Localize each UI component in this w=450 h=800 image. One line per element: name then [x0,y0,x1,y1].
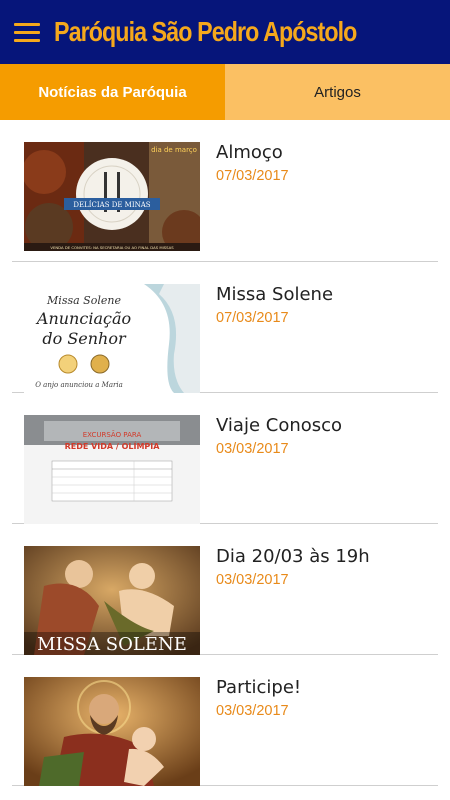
news-title: Viaje Conosco [216,415,343,436]
thumb-bottom-text: VENDA DE CONVITES: NA SECRETARIA OU AO F… [50,245,174,250]
thumb-caption: MISSA SOLENE [37,634,187,655]
thumb-line1: Missa Solene [46,294,121,307]
tab-artigos[interactable]: Artigos [225,64,450,120]
news-title: Dia 20/03 às 19h [216,546,370,567]
list-item[interactable]: Missa Solene Anunciação do Senhor O anjo… [12,262,438,393]
news-thumbnail: EXCURSÃO PARA REDE VIDA / OLÍMPIA [24,415,200,524]
thumb-caption: O anjo anunciou a Maria [35,381,123,389]
tab-bar: Notícias da Paróquia Artigos [0,64,450,120]
thumb-line1: EXCURSÃO PARA [83,430,142,439]
hamburger-menu-icon[interactable] [0,0,54,64]
list-item[interactable]: Participe! 03/03/2017 [12,655,438,786]
news-date: 03/03/2017 [216,441,289,457]
news-date: 07/03/2017 [216,310,289,326]
list-item[interactable]: DELÍCIAS DE MINAS dia de março VENDA DE … [12,120,438,262]
news-date: 03/03/2017 [216,572,289,588]
news-title: Participe! [216,677,302,698]
thumb-line2: Anunciação [35,309,131,328]
news-thumbnail [24,677,200,786]
news-thumbnail: Missa Solene Anunciação do Senhor O anjo… [24,284,200,393]
thumb-banner: DELÍCIAS DE MINAS [73,200,150,209]
thumb-top-text: dia de março [151,146,197,154]
news-date: 07/03/2017 [216,168,289,184]
news-list: DELÍCIAS DE MINAS dia de março VENDA DE … [0,120,450,800]
thumb-line3: do Senhor [42,329,127,348]
app-title: Paróquia São Pedro Apóstolo [54,16,357,47]
list-item[interactable]: EXCURSÃO PARA REDE VIDA / OLÍMPIA Viaje … [12,393,438,524]
news-date: 03/03/2017 [216,703,289,719]
app-bar: Paróquia São Pedro Apóstolo [0,0,450,64]
news-thumbnail: MISSA SOLENE [24,546,200,655]
thumb-line2: REDE VIDA / OLÍMPIA [65,440,161,451]
tab-noticias[interactable]: Notícias da Paróquia [0,64,225,120]
news-title: Missa Solene [216,284,334,305]
news-thumbnail: DELÍCIAS DE MINAS dia de março VENDA DE … [24,142,200,251]
list-item[interactable]: MISSA SOLENE Dia 20/03 às 19h 03/03/2017 [12,524,438,655]
news-title: Almoço [216,142,283,163]
